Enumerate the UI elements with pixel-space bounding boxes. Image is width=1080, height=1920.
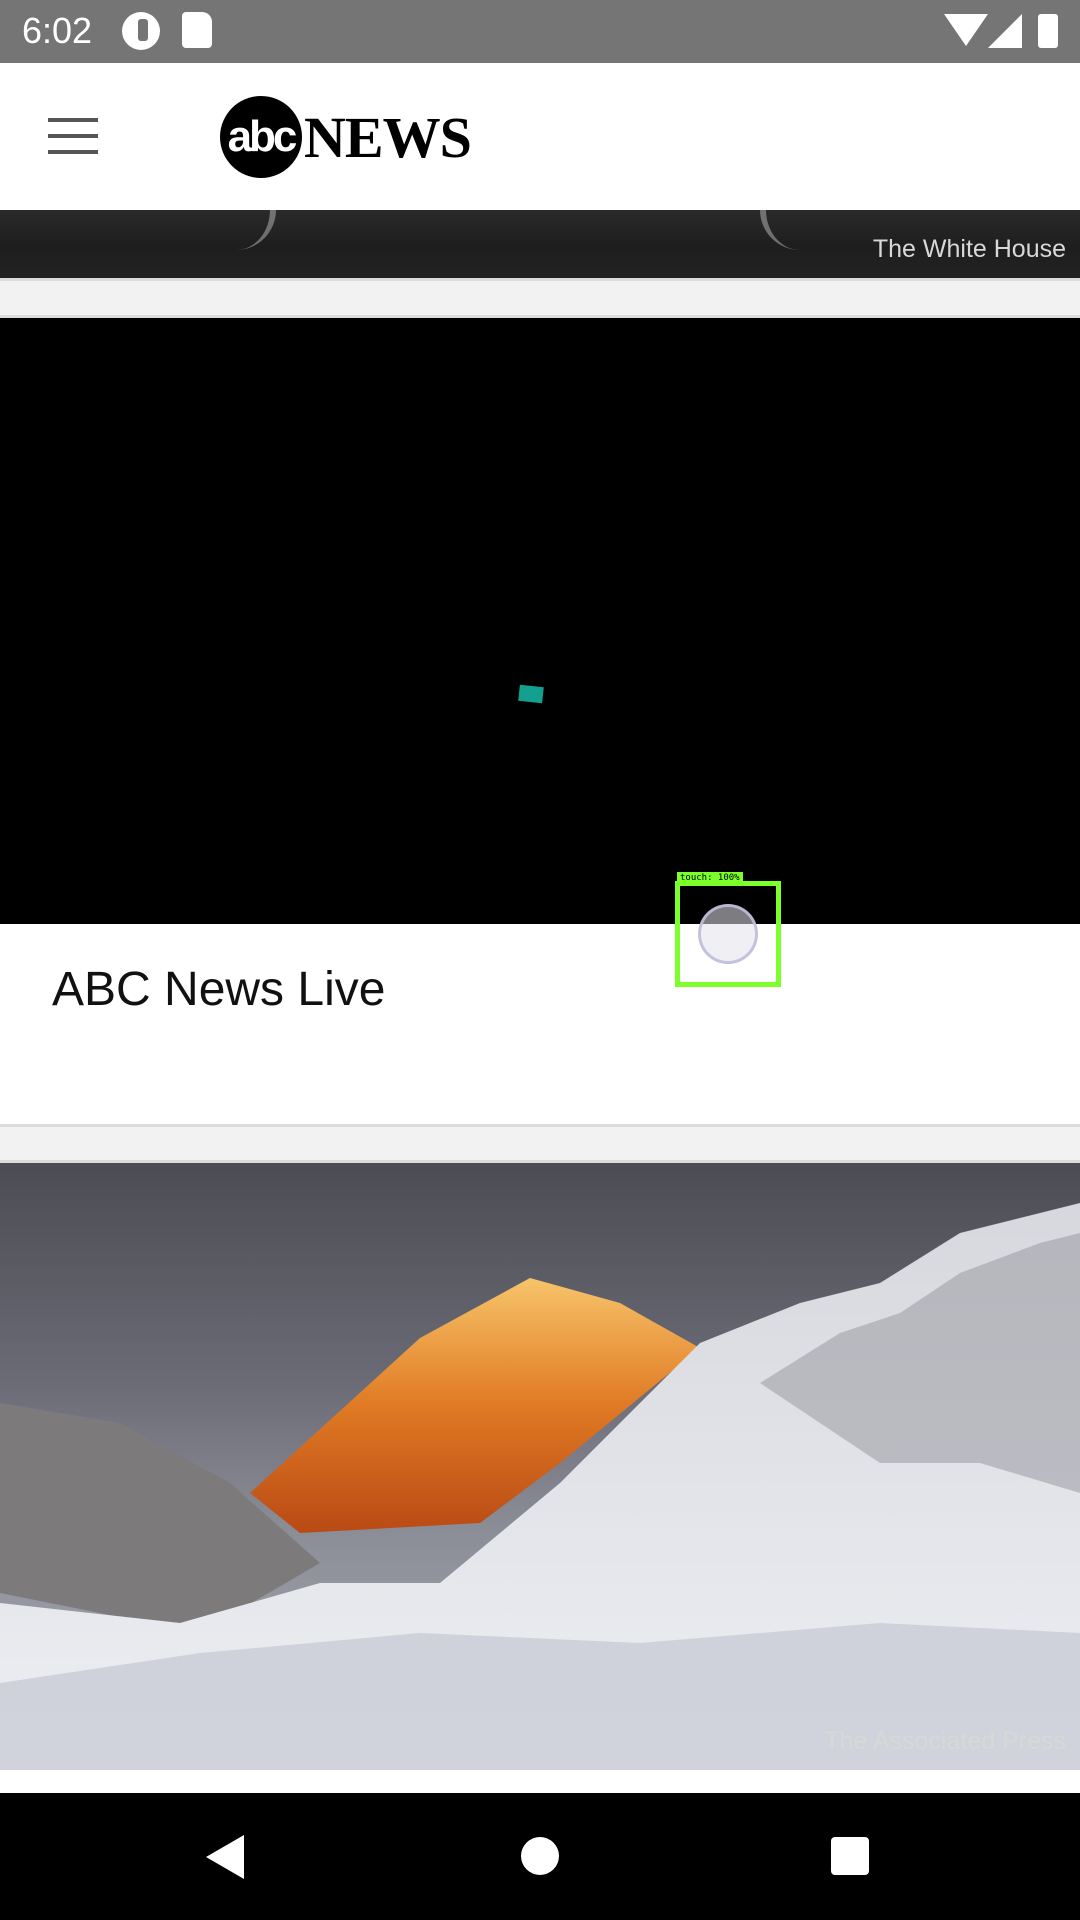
mountain-image	[0, 1203, 1080, 1770]
signal-icon	[988, 14, 1022, 48]
wifi-icon	[944, 14, 988, 46]
story-image-white-house[interactable]: The White House	[0, 210, 1080, 278]
image-credit: The Associated Press	[824, 1727, 1066, 1755]
app-notification-icon	[122, 12, 160, 50]
sd-card-icon	[182, 12, 212, 48]
live-title: ABC News Live	[52, 963, 386, 1016]
screen: 6:02 abc NEWS The White House ABC News L…	[0, 0, 1080, 1920]
next-card-edge	[0, 1770, 1080, 1793]
logo-news: NEWS	[304, 104, 472, 170]
logo-abc: abc	[220, 96, 302, 178]
menu-line	[48, 118, 98, 122]
image-credit: The White House	[872, 235, 1066, 263]
recents-icon[interactable]	[831, 1837, 869, 1875]
video-loading-indicator	[518, 684, 544, 704]
card-divider	[0, 278, 1080, 281]
live-card[interactable]: ABC News Live	[0, 924, 1080, 1124]
system-navigation-bar	[0, 1793, 1080, 1920]
menu-line	[48, 150, 98, 154]
home-icon[interactable]	[521, 1837, 559, 1875]
menu-line	[48, 134, 98, 138]
hamburger-menu-icon[interactable]	[48, 118, 98, 154]
abc-news-logo[interactable]: abc NEWS	[220, 96, 472, 178]
card-divider	[0, 1124, 1080, 1127]
status-time: 6:02	[22, 10, 93, 51]
touch-point	[698, 904, 758, 964]
touch-indicator-label: touch: 100%	[677, 872, 743, 884]
back-icon[interactable]	[206, 1835, 244, 1879]
app-header: abc NEWS	[0, 63, 1080, 210]
battery-icon	[1038, 14, 1058, 48]
status-bar: 6:02	[0, 0, 1080, 63]
live-video-player[interactable]	[0, 318, 1080, 924]
story-image-everest[interactable]: The Associated Press	[0, 1163, 1080, 1770]
